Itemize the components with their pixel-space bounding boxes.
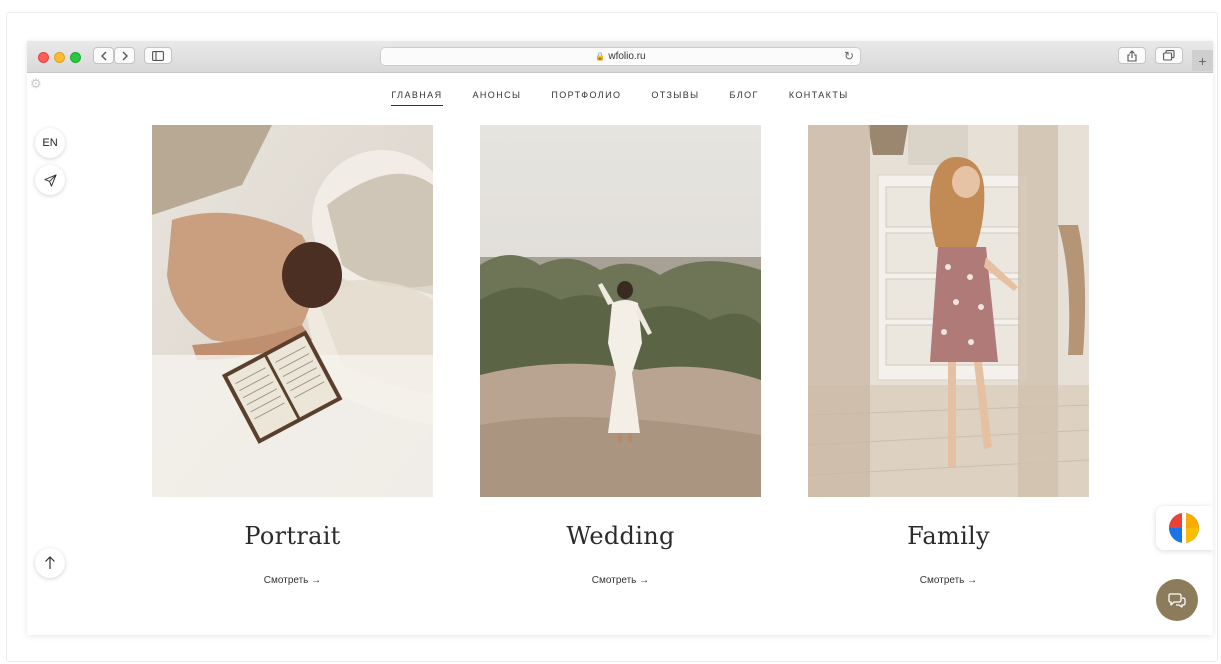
card-title-portrait: Portrait bbox=[244, 522, 341, 550]
share-icon bbox=[1127, 49, 1137, 62]
share-button[interactable] bbox=[1118, 47, 1146, 64]
tabs-button[interactable] bbox=[1155, 47, 1183, 64]
maximize-window-button[interactable] bbox=[70, 52, 81, 63]
arrow-up-icon bbox=[45, 556, 55, 569]
nav-item-blog[interactable]: БЛОГ bbox=[730, 90, 759, 106]
wedding-photo[interactable] bbox=[480, 125, 761, 497]
chat-icon bbox=[1168, 593, 1186, 608]
minimize-window-button[interactable] bbox=[54, 52, 65, 63]
accessibility-widget[interactable] bbox=[1156, 506, 1213, 550]
scroll-top-button[interactable] bbox=[35, 548, 65, 578]
tabs-icon bbox=[1163, 50, 1175, 61]
url-text: wfolio.ru bbox=[608, 51, 646, 62]
widget-logo-icon bbox=[1169, 513, 1199, 543]
forward-button[interactable] bbox=[114, 47, 135, 64]
send-icon bbox=[43, 173, 57, 187]
nav-item-home[interactable]: ГЛАВНАЯ bbox=[391, 90, 443, 106]
lock-icon: 🔒 bbox=[595, 52, 606, 61]
chevron-right-icon bbox=[122, 51, 128, 60]
back-button[interactable] bbox=[93, 47, 114, 64]
browser-titlebar: 🔒 wfolio.ru ↻ bbox=[27, 41, 1213, 73]
chevron-left-icon bbox=[100, 51, 106, 60]
browser-window: 🔒 wfolio.ru ↻ + ⚙ ГЛАВНАЯ АНОНСЫ ПОРТФОЛ… bbox=[27, 41, 1213, 635]
send-button[interactable] bbox=[35, 165, 65, 195]
main-nav: ГЛАВНАЯ АНОНСЫ ПОРТФОЛИО ОТЗЫВЫ БЛОГ КОН… bbox=[27, 90, 1213, 106]
reload-icon[interactable]: ↻ bbox=[844, 49, 854, 63]
sidebar-icon bbox=[152, 50, 164, 61]
nav-item-portfolio[interactable]: ПОРТФОЛИО bbox=[551, 90, 621, 106]
family-photo[interactable] bbox=[808, 125, 1089, 497]
view-link-portrait[interactable]: Смотреть → bbox=[152, 575, 433, 586]
card-title-wedding: Wedding bbox=[566, 522, 675, 550]
view-link-family[interactable]: Смотреть → bbox=[808, 575, 1089, 586]
sidebar-toggle-button[interactable] bbox=[144, 47, 172, 64]
address-bar[interactable]: 🔒 wfolio.ru ↻ bbox=[380, 47, 861, 66]
nav-item-announcements[interactable]: АНОНСЫ bbox=[473, 90, 522, 106]
card-title-family: Family bbox=[907, 522, 990, 550]
nav-item-reviews[interactable]: ОТЗЫВЫ bbox=[651, 90, 699, 106]
nav-item-contacts[interactable]: КОНТАКТЫ bbox=[789, 90, 849, 106]
chat-button[interactable] bbox=[1156, 579, 1198, 621]
new-tab-button[interactable]: + bbox=[1192, 50, 1213, 71]
close-window-button[interactable] bbox=[38, 52, 49, 63]
portrait-photo[interactable] bbox=[152, 125, 433, 497]
view-link-wedding[interactable]: Смотреть → bbox=[480, 575, 761, 586]
language-button[interactable]: EN bbox=[35, 128, 65, 158]
